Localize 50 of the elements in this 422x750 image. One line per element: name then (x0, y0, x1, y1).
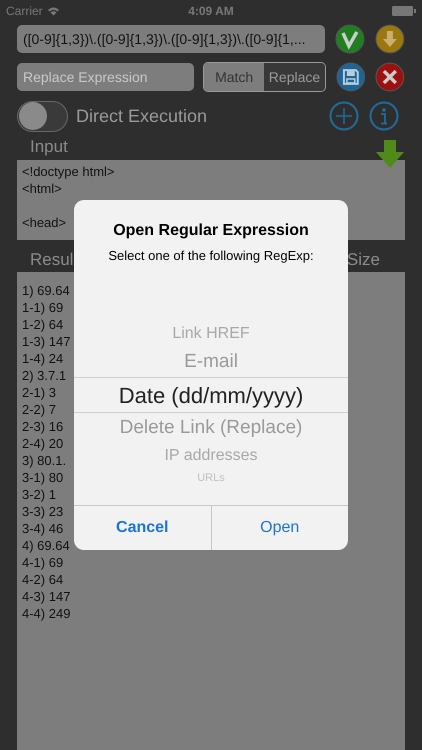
save-icon[interactable] (336, 62, 366, 92)
result-line: 4-3) 147 (22, 588, 70, 605)
dialog-message: Select one of the following RegExp: (108, 247, 314, 265)
battery-icon (392, 6, 416, 16)
result-line: 3) 80.1. (22, 452, 66, 469)
result-line: 3-4) 46 (22, 520, 64, 537)
picker-option[interactable]: Date (dd/mm/yyyy) (118, 378, 304, 412)
results-label: Resul (30, 250, 74, 270)
result-line: 1-4) 24 (22, 350, 64, 367)
result-line: 4-1) 69 (22, 554, 64, 571)
result-line: 1-3) 147 (22, 333, 70, 350)
picker-option[interactable]: Delete Link (Replace) (120, 414, 302, 442)
dialog-button[interactable]: Open (210, 506, 348, 550)
picker-option[interactable]: E-mail (184, 348, 238, 376)
size-label: Size (346, 250, 380, 270)
carrier-label: Carrier (6, 3, 43, 20)
result-line: 3-3) 23 (22, 503, 64, 520)
download-icon[interactable] (375, 24, 405, 54)
wifi-icon (46, 6, 60, 16)
picker-option[interactable]: Link HREF (172, 322, 250, 346)
direct-execution-label: Direct Execution (76, 104, 208, 128)
direct-execution-toggle[interactable] (17, 100, 68, 132)
replace-expression-field[interactable]: Replace Expression (17, 63, 194, 91)
add-icon[interactable] (329, 101, 359, 131)
check-icon[interactable] (335, 24, 366, 54)
result-line: 2) 3.7.1 (22, 367, 66, 384)
result-line: 2-1) 3 (22, 384, 56, 401)
result-line: 1-2) 64 (22, 316, 64, 333)
mode-segment[interactable]: Replace (264, 63, 325, 91)
input-label: Input (30, 137, 68, 157)
result-line: 3-2) 1 (22, 486, 56, 503)
picker-option[interactable]: IP addresses (164, 444, 258, 468)
result-line: 4-4) 249 (22, 605, 70, 622)
down-arrow-icon[interactable] (375, 139, 405, 169)
clock-label: 4:09 AM (188, 3, 234, 20)
close-icon[interactable] (375, 62, 405, 92)
result-line: 4-2) 64 (22, 571, 64, 588)
regex-field[interactable]: ([0-9]{1,3})\.([0-9]{1,3})\.([0-9]{1,3})\.([0-9]{1,... (17, 25, 326, 53)
result-line: 1-1) 69 (22, 299, 64, 316)
info-icon[interactable] (369, 101, 399, 131)
dialog-title: Open Regular Expression (113, 221, 309, 241)
input-text[interactable]: <!doctype html> <html> <head> (22, 163, 114, 231)
result-line: 1) 69.64 (22, 282, 70, 299)
result-line: 3-1) 80 (22, 469, 64, 486)
dialog-button[interactable]: Cancel (74, 506, 210, 550)
result-line: 4) 69.64 (22, 537, 70, 554)
result-line: 2-4) 20 (22, 435, 64, 452)
result-line: 2-2) 7 (22, 401, 56, 418)
result-line: 2-3) 16 (22, 418, 64, 435)
mode-segment[interactable]: Match (204, 63, 264, 91)
